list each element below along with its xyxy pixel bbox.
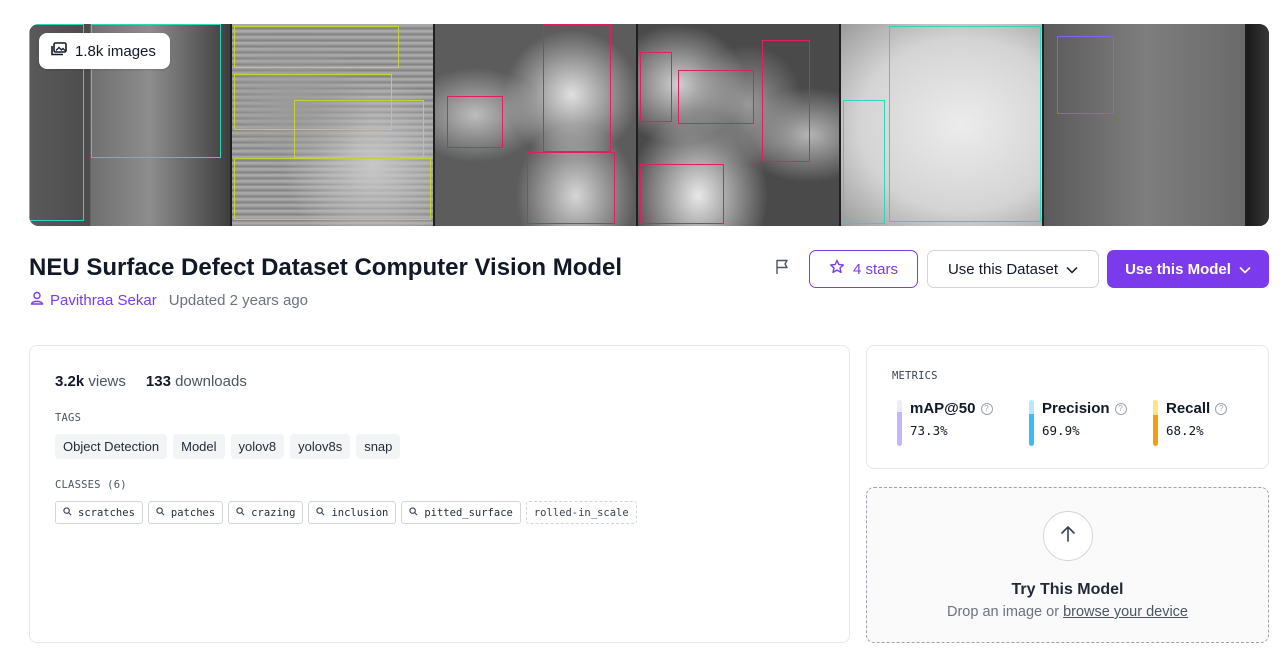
help-icon[interactable]: ? <box>1114 402 1127 415</box>
image-count-label: 1.8k images <box>75 42 156 60</box>
downloads-value: 133 <box>145 373 171 390</box>
chevron-down-icon <box>1239 261 1251 278</box>
use-model-button[interactable]: Use this Model <box>1107 250 1269 288</box>
class-chip[interactable]: inclusion <box>308 501 397 524</box>
author-link[interactable]: Pavithraa Sekar <box>50 292 157 309</box>
metric-value: 68.2% <box>1166 423 1204 438</box>
sample-image[interactable] <box>841 24 1042 226</box>
class-chip[interactable]: patches <box>147 501 224 524</box>
class-chip[interactable]: scratches <box>55 501 143 524</box>
try-model-subtitle: Drop an image or browse your device <box>867 604 1268 620</box>
sample-image[interactable] <box>232 24 433 226</box>
class-chip[interactable]: rolled-in_scale <box>525 501 637 524</box>
downloads-label: downloads <box>175 373 247 390</box>
downloads-stat: 133 downloads <box>146 373 247 390</box>
metrics-card: METRICS mAP@50? 73.3% Precision? 69.9% R… <box>866 345 1269 469</box>
class-name: inclusion <box>331 506 389 519</box>
class-name: patches <box>170 506 216 519</box>
sample-image[interactable] <box>435 24 636 226</box>
search-icon <box>63 506 72 519</box>
tags-list: Object Detection Model yolov8 yolov8s sn… <box>55 434 401 459</box>
help-icon[interactable]: ? <box>980 402 993 415</box>
views-label: views <box>88 373 126 390</box>
search-icon <box>156 506 165 519</box>
metric-name: Recall <box>1166 400 1211 417</box>
search-icon <box>316 506 325 519</box>
stats-row: 3.2k views 133 downloads <box>55 373 247 390</box>
class-name: crazing <box>251 506 296 519</box>
sample-image[interactable] <box>1044 24 1245 226</box>
user-icon <box>30 291 44 309</box>
search-icon <box>236 506 245 519</box>
star-button[interactable]: 4 stars <box>809 250 918 288</box>
chevron-down-icon <box>1066 261 1078 278</box>
metric-map50: mAP@50? 73.3% <box>897 400 993 446</box>
hero-image-strip <box>29 24 1269 226</box>
browse-device-link[interactable]: browse your device <box>1063 604 1188 620</box>
use-model-label: Use this Model <box>1125 260 1231 278</box>
flag-icon <box>775 259 789 280</box>
page-title: NEU Surface Defect Dataset Computer Visi… <box>29 254 623 281</box>
sample-image[interactable] <box>1247 24 1269 226</box>
use-dataset-label: Use this Dataset <box>947 260 1059 278</box>
metric-precision: Precision? 69.9% <box>1029 400 1127 446</box>
tag-chip[interactable]: Model <box>173 434 225 459</box>
stars-label: 4 stars <box>852 260 898 278</box>
tag-chip[interactable]: yolov8s <box>290 434 351 459</box>
upload-button[interactable] <box>1043 511 1093 561</box>
try-model-title: Try This Model <box>1011 581 1124 598</box>
class-chip[interactable]: pitted_surface <box>401 501 521 524</box>
search-icon <box>409 506 418 519</box>
metric-name: mAP@50 <box>910 400 976 417</box>
metric-value: 73.3% <box>910 423 948 438</box>
metric-name: Precision <box>1042 400 1110 417</box>
sample-image[interactable] <box>638 24 839 226</box>
metric-bar <box>1153 400 1158 446</box>
arrow-up-icon <box>1060 525 1076 548</box>
tag-chip[interactable]: yolov8 <box>230 434 285 459</box>
metric-bar <box>1029 400 1034 446</box>
views-stat: 3.2k views <box>55 373 126 390</box>
star-icon <box>829 259 845 279</box>
class-name: pitted_surface <box>424 506 513 519</box>
class-name: scratches <box>78 506 135 519</box>
try-model-dropzone[interactable]: Try This Model Drop an image or browse y… <box>866 487 1269 643</box>
help-icon[interactable]: ? <box>1215 402 1228 415</box>
project-info-card: 3.2k views 133 downloads TAGS Object Det… <box>29 345 850 643</box>
report-flag-button[interactable] <box>772 259 792 279</box>
project-meta: Pavithraa Sekar Updated 2 years ago <box>30 291 308 309</box>
metric-bar <box>897 400 902 446</box>
metric-value: 69.9% <box>1042 423 1080 438</box>
image-count-badge: 1.8k images <box>39 33 170 69</box>
images-icon <box>51 42 67 60</box>
updated-text: Updated 2 years ago <box>168 291 308 309</box>
tags-heading: TAGS <box>55 412 82 424</box>
use-dataset-button[interactable]: Use this Dataset <box>927 250 1099 288</box>
metrics-heading: METRICS <box>892 370 938 382</box>
classes-heading: CLASSES (6) <box>55 479 127 491</box>
tag-chip[interactable]: Object Detection <box>55 434 168 459</box>
class-chip[interactable]: crazing <box>228 501 304 524</box>
classes-list: scratches patches crazing inclusion pitt… <box>55 501 637 524</box>
drop-text: Drop an image or <box>947 604 1060 620</box>
views-value: 3.2k <box>55 373 85 390</box>
tag-chip[interactable]: snap <box>356 434 401 459</box>
class-name: rolled-in_scale <box>533 506 629 519</box>
metric-recall: Recall? 68.2% <box>1153 400 1228 446</box>
